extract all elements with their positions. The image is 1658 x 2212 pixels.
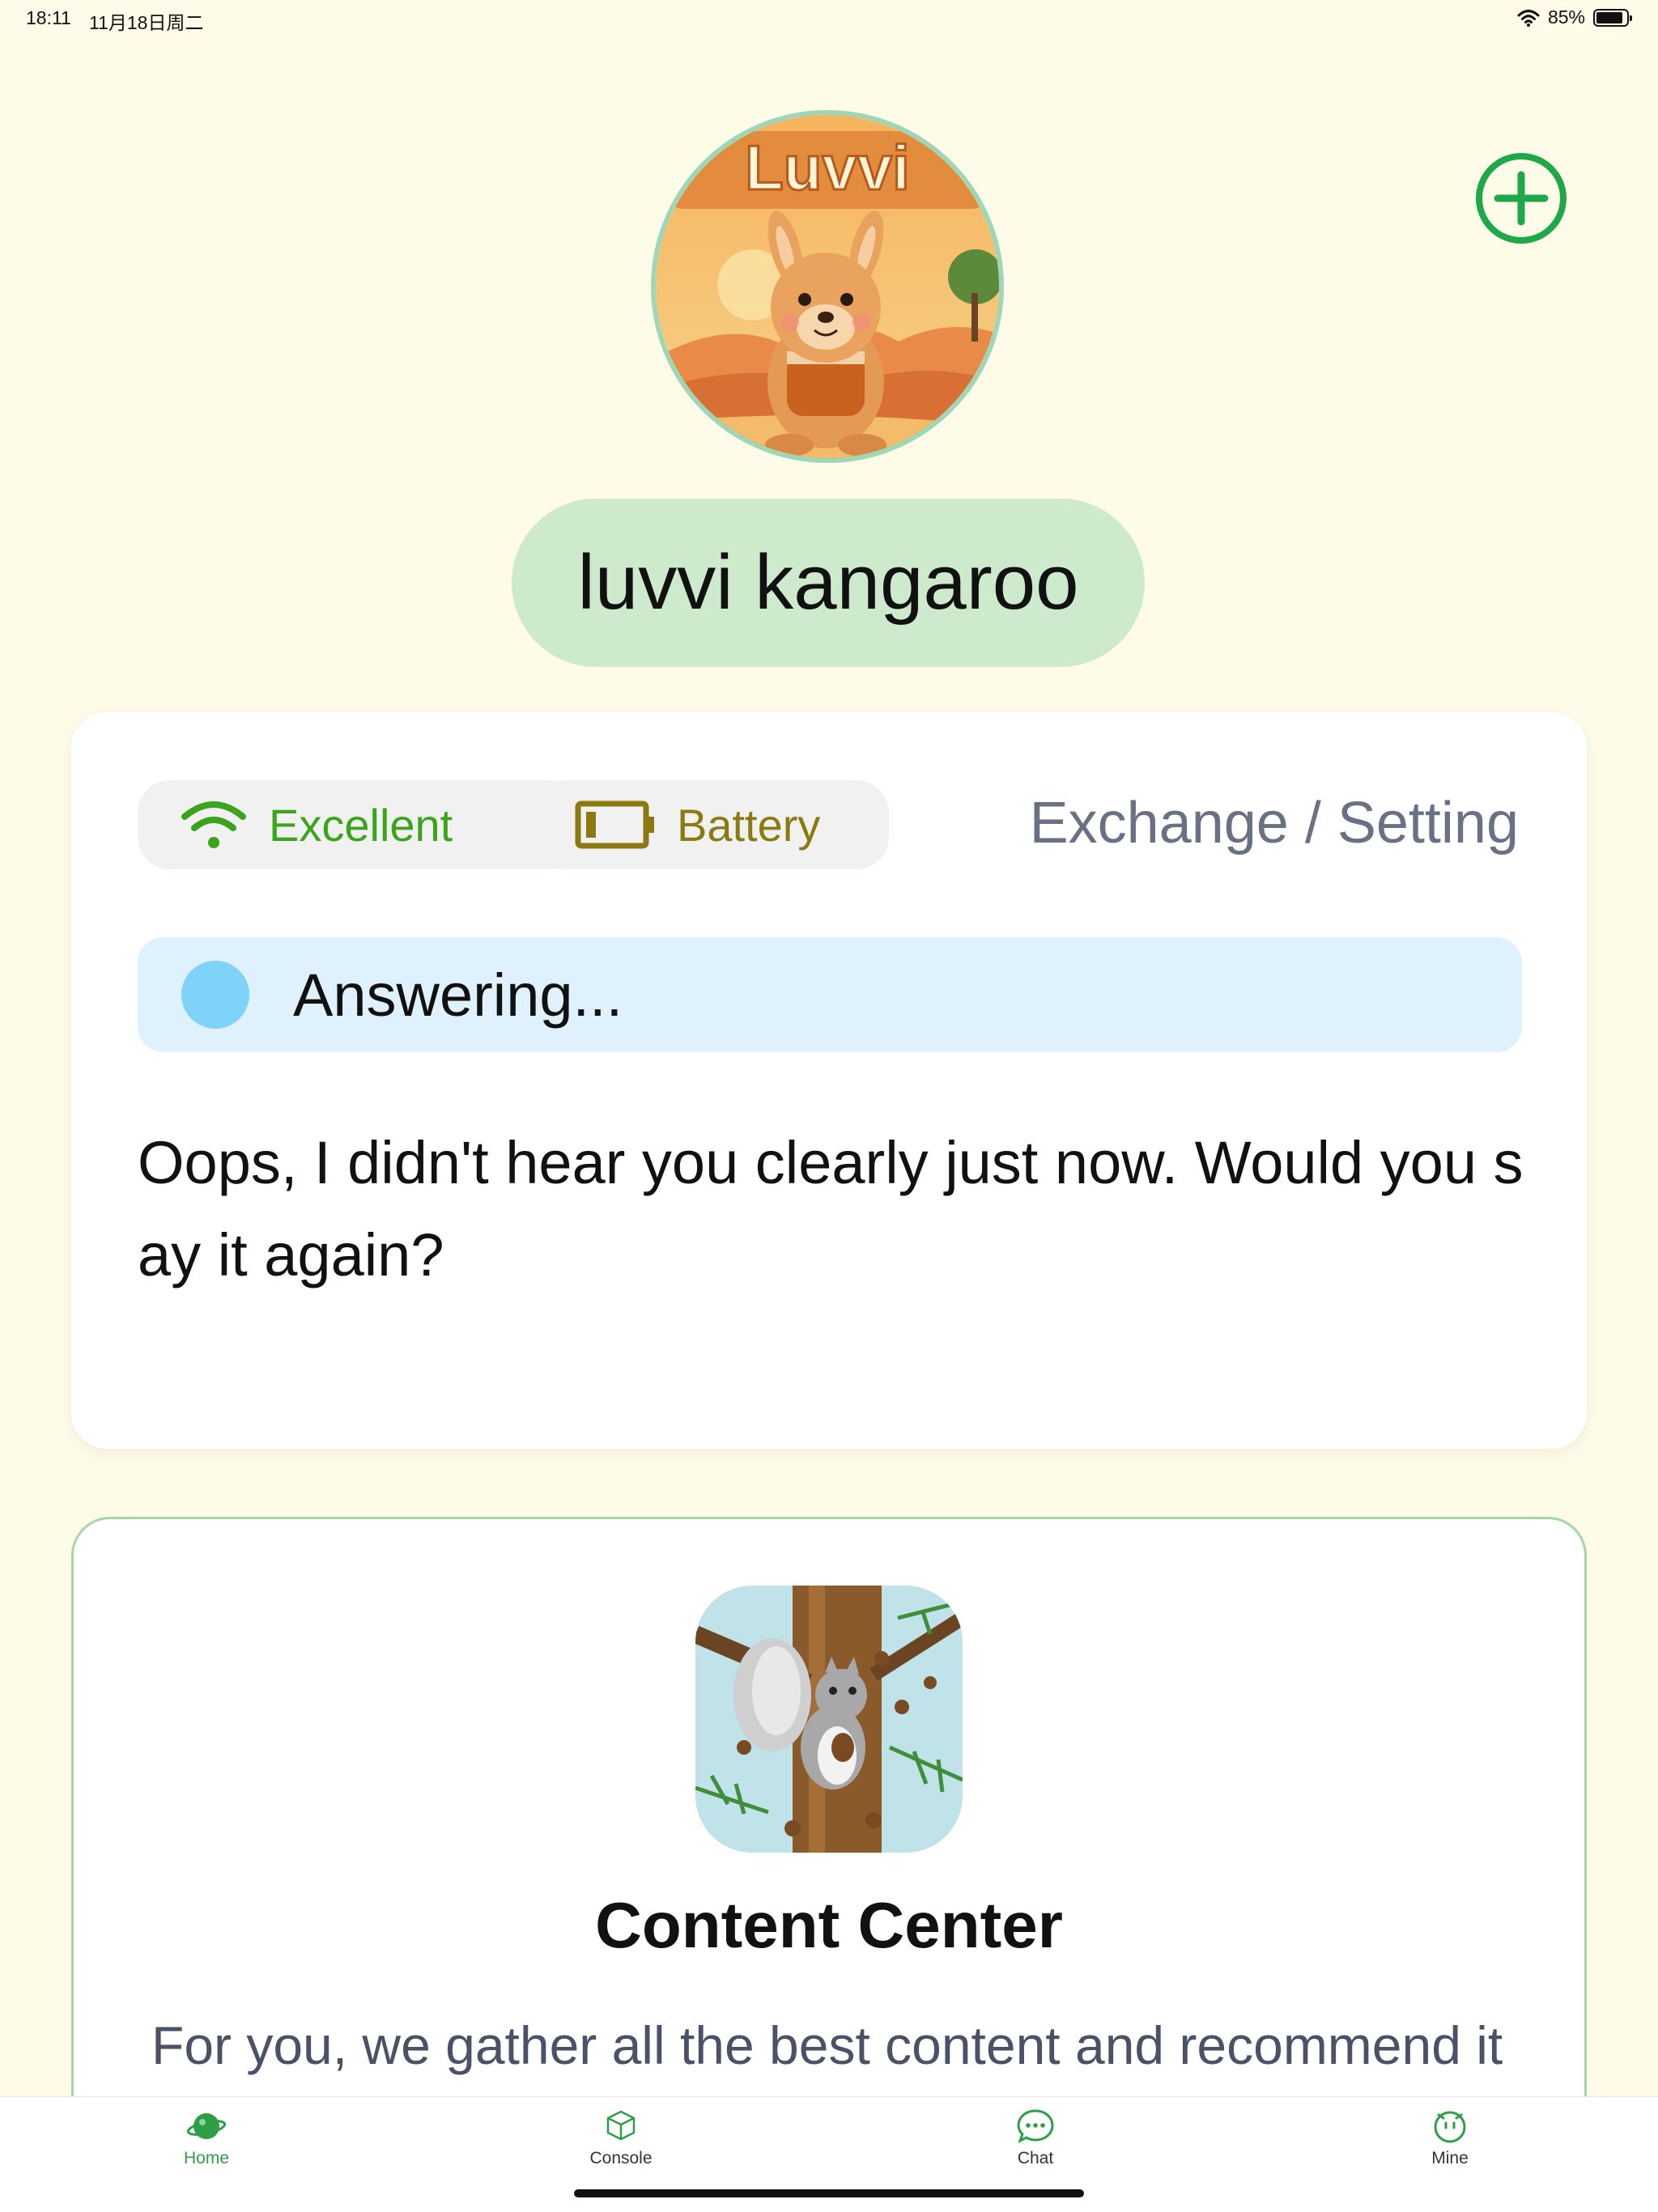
home-indicator — [574, 2189, 1084, 2197]
wifi-icon — [181, 801, 246, 848]
device-name-pill[interactable]: luvvi kangaroo — [512, 499, 1145, 667]
wifi-status-label: Excellent — [269, 799, 453, 851]
avatar-logo-text: Luvvi — [745, 132, 910, 203]
content-center-card[interactable]: Content Center For you, we gather all th… — [71, 1517, 1587, 2132]
kangaroo-avatar-image: Luvvi — [656, 115, 999, 458]
cube-icon — [606, 2110, 636, 2141]
content-center-image — [695, 1586, 963, 1853]
chat-bubble-icon — [1017, 2109, 1054, 2144]
wifi-status-chip[interactable]: Excellent — [138, 780, 581, 869]
exchange-setting-link[interactable]: Exchange / Setting — [1030, 790, 1519, 856]
status-time: 18:11 — [26, 7, 71, 28]
tab-console[interactable]: Console — [540, 2108, 702, 2168]
content-center-description: For you, we gather all the best content … — [151, 2015, 1503, 2075]
battery-low-icon — [575, 800, 654, 849]
device-name: luvvi kangaroo — [577, 539, 1079, 626]
face-icon — [1434, 2111, 1466, 2143]
add-device-button[interactable] — [1473, 151, 1569, 246]
status-date: 11月18日周二 — [89, 12, 204, 33]
tab-home-label: Home — [183, 2149, 230, 2167]
battery-icon — [1593, 8, 1632, 27]
tab-console-label: Console — [589, 2149, 653, 2167]
status-indicators: 85% — [1517, 6, 1632, 28]
answering-status-bar: Answering... — [138, 937, 1522, 1052]
battery-percent: 85% — [1547, 6, 1585, 28]
device-status-card: Excellent Battery Exchange / Setting Ans… — [71, 712, 1587, 1449]
plus-circle-icon — [1476, 153, 1567, 244]
tab-home[interactable]: Home — [125, 2108, 287, 2168]
status-bar: 18:11 11月18日周二 85% — [0, 0, 1658, 40]
device-avatar[interactable]: Luvvi — [651, 110, 1004, 463]
answering-indicator-dot — [181, 961, 249, 1029]
tab-chat-label: Chat — [1017, 2149, 1054, 2167]
wifi-icon — [1517, 9, 1540, 27]
assistant-reply-text: Oops, I didn't hear you clearly just now… — [138, 1129, 1524, 1289]
content-center-title: Content Center — [595, 1889, 1063, 1961]
tab-mine-label: Mine — [1431, 2149, 1469, 2167]
answering-status-text: Answering... — [293, 961, 623, 1029]
squirrel-illustration — [695, 1586, 963, 1853]
battery-status-chip[interactable]: Battery — [533, 780, 889, 869]
tab-mine[interactable]: Mine — [1369, 2108, 1531, 2168]
tab-chat[interactable]: Chat — [954, 2108, 1116, 2168]
home-planet-icon — [187, 2113, 226, 2139]
battery-status-label: Battery — [677, 799, 821, 851]
